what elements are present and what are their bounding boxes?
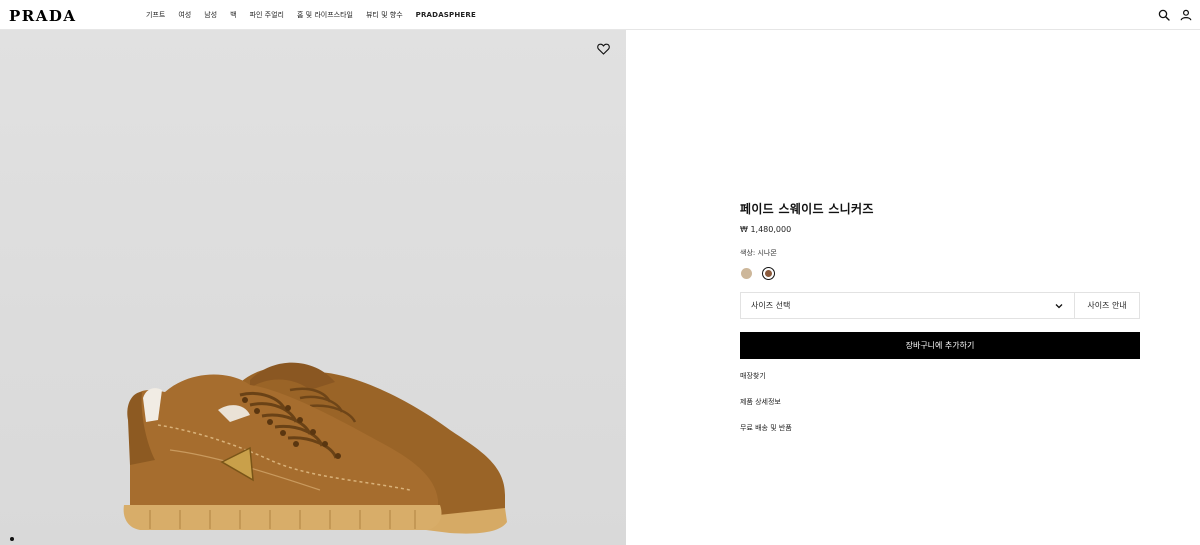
top-header: PRADA 기프트 여성 남성 백 파인 주얼리 홈 및 라이프스타일 뷰티 및…: [0, 0, 1200, 30]
chevron-down-icon: [1055, 303, 1063, 308]
nav-item-gifts[interactable]: 기프트: [146, 10, 165, 20]
color-swatches: [740, 267, 1140, 280]
main-nav: 기프트 여성 남성 백 파인 주얼리 홈 및 라이프스타일 뷰티 및 향수 PR…: [146, 0, 476, 30]
color-label: 색상: 시나몬: [740, 249, 777, 257]
nav-item-home-lifestyle[interactable]: 홈 및 라이프스타일: [297, 10, 353, 20]
product-price: ₩ 1,480,000: [740, 225, 792, 234]
nav-item-women[interactable]: 여성: [178, 10, 191, 20]
link-store-locator[interactable]: 매장찾기: [740, 371, 1140, 381]
swatch-cinnamon[interactable]: [762, 267, 775, 280]
header-actions: [1158, 9, 1192, 21]
heart-icon[interactable]: [597, 43, 610, 55]
brand-logo[interactable]: PRADA: [9, 7, 77, 25]
nav-item-fine-jewelry[interactable]: 파인 주얼리: [250, 10, 284, 20]
product-image-panel[interactable]: [0, 30, 626, 545]
image-pager-dot[interactable]: [10, 537, 14, 541]
product-details: 페이드 스웨이드 스니커즈 ₩ 1,480,000 색상: 시나몬 사이즈 선택…: [740, 200, 1140, 449]
product-image-sneakers: [123, 362, 507, 534]
nav-item-men[interactable]: 남성: [204, 10, 217, 20]
nav-item-pradasphere[interactable]: PRADASPHERE: [416, 11, 476, 19]
account-icon[interactable]: [1180, 9, 1192, 21]
link-shipping-returns[interactable]: 무료 배송 및 반품: [740, 423, 1140, 433]
nav-item-beauty-fragrance[interactable]: 뷰티 및 향수: [366, 10, 403, 20]
product-title: 페이드 스웨이드 스니커즈: [740, 202, 874, 216]
product-links: 매장찾기 제품 상세정보 무료 배송 및 반품: [740, 371, 1140, 433]
swatch-beige-fill: [741, 268, 752, 279]
search-icon[interactable]: [1158, 9, 1170, 21]
size-guide-button[interactable]: 사이즈 안내: [1074, 293, 1139, 318]
size-select-label: 사이즈 선택: [751, 301, 791, 310]
swatch-cinnamon-fill: [765, 270, 772, 277]
size-select-dropdown[interactable]: 사이즈 선택: [741, 293, 1074, 318]
nav-item-bags[interactable]: 백: [230, 10, 236, 20]
add-to-cart-button[interactable]: 장바구니에 추가하기: [740, 332, 1140, 359]
swatch-beige[interactable]: [740, 267, 753, 280]
link-product-details[interactable]: 제품 상세정보: [740, 397, 1140, 407]
size-row: 사이즈 선택 사이즈 안내: [740, 292, 1140, 319]
